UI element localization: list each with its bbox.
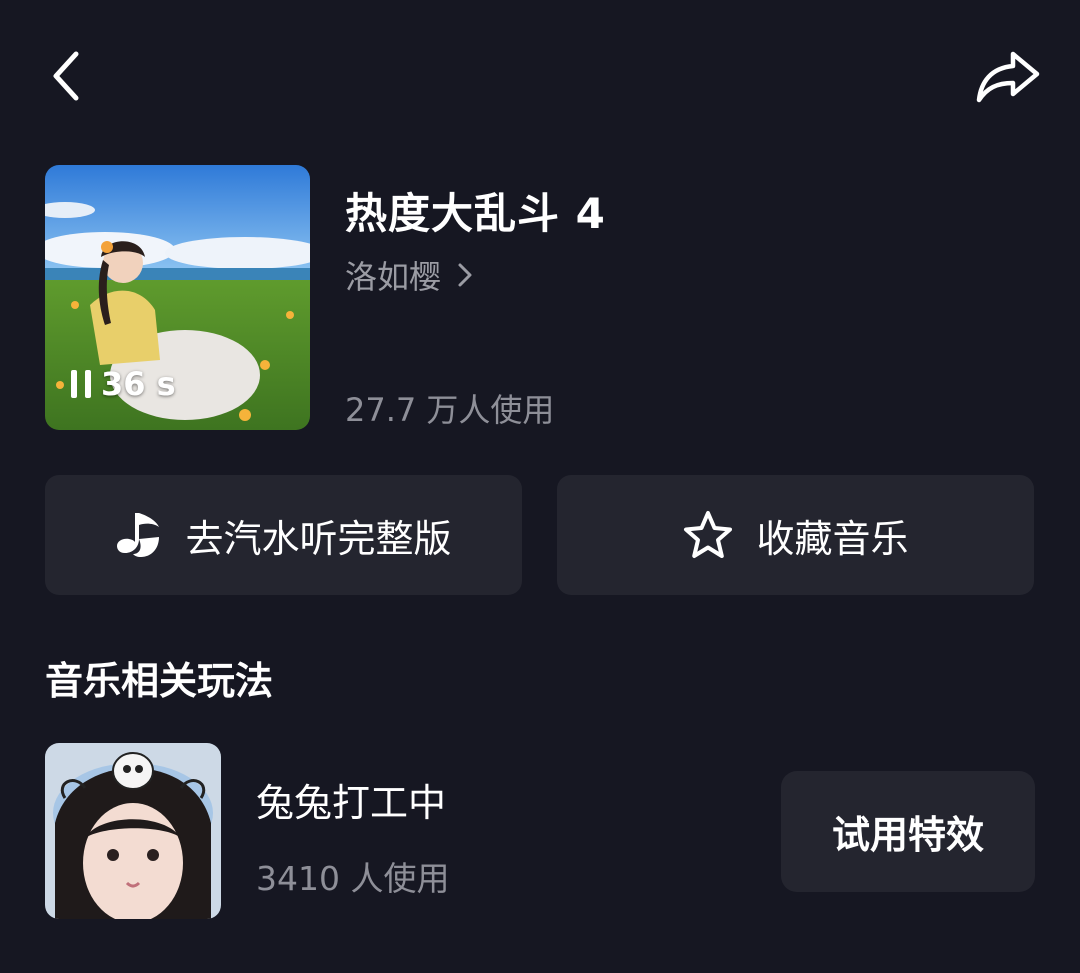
- section-title: 音乐相关玩法: [45, 659, 274, 703]
- music-note-icon: [117, 513, 160, 557]
- star-outline-icon: [684, 511, 733, 558]
- try-effect-button[interactable]: 试用特效: [781, 771, 1035, 892]
- share-arrow-icon: [976, 51, 1040, 103]
- song-title: 热度大乱斗 4: [345, 189, 606, 238]
- chevron-left-icon: [53, 51, 79, 101]
- effect-thumbnail-image: [45, 743, 221, 919]
- chevron-right-icon: [458, 263, 472, 287]
- song-usage-count: 27.7 万人使用: [345, 391, 555, 429]
- effect-thumbnail[interactable]: [45, 743, 221, 919]
- artist-link[interactable]: 洛如樱: [345, 252, 473, 298]
- effect-name[interactable]: 兔兔打工中: [256, 772, 446, 827]
- duration-label: 36 s: [101, 365, 176, 403]
- music-detail-page: 36 s 热度大乱斗 4 洛如樱 27.7 万人使用 去汽水听完整版 收藏音乐 …: [0, 0, 1080, 973]
- back-button[interactable]: [34, 42, 98, 110]
- favorite-music-button[interactable]: 收藏音乐: [557, 475, 1034, 595]
- listen-full-version-button[interactable]: 去汽水听完整版: [45, 475, 522, 595]
- listen-full-version-label: 去汽水听完整版: [185, 516, 452, 561]
- playback-overlay[interactable]: 36 s: [71, 365, 176, 403]
- effect-usage-count: 3410 人使用: [256, 859, 450, 898]
- share-button[interactable]: [966, 42, 1050, 110]
- pause-icon: [71, 370, 91, 398]
- favorite-music-label: 收藏音乐: [756, 516, 909, 561]
- artist-name: 洛如樱: [345, 258, 442, 296]
- album-cover[interactable]: 36 s: [45, 165, 310, 430]
